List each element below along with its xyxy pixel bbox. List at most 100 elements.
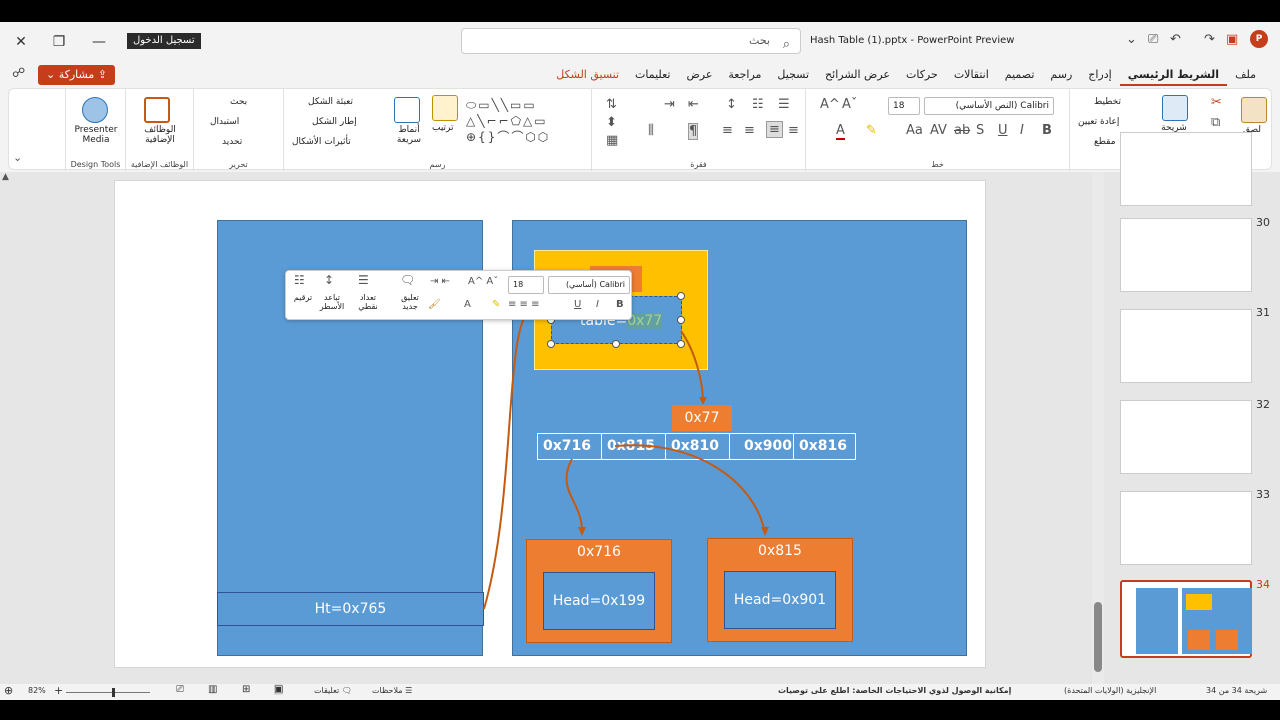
change-case-icon[interactable]: Aa [906, 123, 923, 138]
indent-icon[interactable]: ⇥ ⇤ [430, 276, 450, 287]
reset-button[interactable]: إعادة تعيين [1078, 117, 1119, 127]
numbering-label[interactable]: ترقيم [290, 293, 316, 302]
italic-icon[interactable]: I [596, 299, 599, 310]
sign-in-button[interactable]: تسجيل الدخول [127, 33, 201, 49]
underline-icon[interactable]: U [998, 123, 1008, 138]
font-decrease-icon[interactable]: Aˇ [842, 97, 857, 112]
copy-icon[interactable]: ⧉ [1211, 115, 1220, 130]
align-center-icon[interactable]: ≡ [766, 121, 783, 138]
bullets-icon[interactable]: ☰ [778, 97, 790, 112]
language-status[interactable]: الإنجليزية (الولايات المتحدة) [1064, 686, 1156, 695]
zoom-level[interactable]: 82% [28, 686, 46, 695]
smartart-icon[interactable]: ▦ [606, 133, 618, 148]
font-name-input[interactable]: Calibri (النص الأساسي) [924, 97, 1054, 115]
replace-button[interactable]: استبدال [210, 117, 239, 127]
mini-size-input[interactable]: 18 [508, 276, 544, 294]
comment-label[interactable]: تعليق جديد [396, 293, 424, 311]
hash-cell[interactable]: 0x900 [730, 434, 794, 459]
decrease-indent-icon[interactable]: ⇤ [688, 97, 699, 112]
tab-insert[interactable]: إدراج [1080, 66, 1119, 86]
numbering-icon[interactable]: ☷ [294, 273, 305, 287]
bucket-node[interactable]: 0x815 Head=0x901 [707, 538, 853, 642]
address-label[interactable]: 0x77 [672, 405, 732, 431]
slide-thumbnail[interactable] [1120, 218, 1252, 292]
find-button[interactable]: بحث [230, 97, 247, 107]
tab-draw[interactable]: رسم [1042, 66, 1080, 86]
presenter-media-label[interactable]: Presenter Media [70, 125, 122, 145]
notes-button[interactable]: ملاحظات ☰ [372, 686, 412, 695]
slide-thumbnail[interactable] [1120, 309, 1252, 383]
underline-icon[interactable]: U [574, 299, 581, 310]
reading-view-icon[interactable]: ▥ [208, 684, 217, 695]
mini-font-input[interactable]: Calibri (أساسي) [548, 276, 630, 294]
tab-file[interactable]: ملف [1227, 66, 1264, 86]
restore-icon[interactable]: ❐ [44, 30, 74, 54]
format-painter-icon[interactable]: 🖌 [428, 299, 441, 310]
highlight-icon[interactable]: ✎ [866, 123, 877, 138]
tab-slideshow[interactable]: عرض الشرائح [817, 66, 898, 86]
spacing-label[interactable]: تباعد الأسطر [318, 293, 346, 311]
zoom-slider[interactable] [66, 692, 150, 693]
collapse-ribbon-icon[interactable]: ⌄ [13, 151, 22, 164]
bucket-node[interactable]: 0x716 Head=0x199 [526, 539, 672, 643]
layout-button[interactable]: تخطيط [1094, 97, 1121, 107]
justify-icon[interactable]: ≡ [788, 123, 799, 138]
increase-indent-icon[interactable]: ⇥ [664, 97, 675, 112]
shape-effects-button[interactable]: تأثيرات الأشكال [292, 137, 351, 147]
search-input[interactable]: بحث ⌕ [461, 28, 801, 54]
cut-icon[interactable]: ✂ [1211, 95, 1222, 110]
slideshow-view-icon[interactable]: ⎚ [176, 684, 184, 695]
tab-record[interactable]: تسجيل [769, 66, 817, 86]
undo-icon[interactable]: ↶ [1170, 32, 1181, 47]
slide-thumbnail[interactable] [1120, 132, 1252, 206]
resize-handle[interactable] [612, 340, 620, 348]
scroll-thumb[interactable] [1094, 602, 1102, 672]
shapes-gallery[interactable]: ⬭▭╲╲▭▭ △╲⌐⌐⬠△▭ ⊕{}⌒⌒⬡⬡ [466, 97, 576, 149]
hash-cell[interactable]: 0x810 [666, 434, 730, 459]
resize-handle[interactable] [677, 340, 685, 348]
slide[interactable]: Ht=0x765 table=0x77 0x77 0x716 0x815 0x8… [114, 180, 986, 668]
addins-icon[interactable] [144, 97, 170, 123]
tab-review[interactable]: مراجعة [720, 66, 769, 86]
shape-outline-button[interactable]: إطار الشكل [312, 117, 357, 127]
text-direction-icon[interactable]: ⇅ [606, 97, 617, 112]
hash-cell[interactable]: 0x716 [538, 434, 602, 459]
line-spacing-icon[interactable]: ↕ [726, 97, 737, 112]
resize-handle[interactable] [677, 292, 685, 300]
resize-handle[interactable] [677, 316, 685, 324]
zoom-slider-thumb[interactable] [112, 688, 115, 697]
hash-cell[interactable]: 0x815 [602, 434, 666, 459]
comments-button[interactable]: تعليقات 🗨 [314, 686, 352, 695]
bold-icon[interactable]: B [1042, 123, 1052, 138]
align-right-icon[interactable]: ≡ [744, 123, 755, 138]
slide-scrollbar[interactable] [1092, 172, 1104, 684]
resize-handle[interactable] [547, 340, 555, 348]
section-button[interactable]: مقطع [1094, 137, 1116, 147]
hash-array[interactable]: 0x716 0x815 0x810 0x900 0x816 [537, 433, 856, 460]
tab-help[interactable]: تعليمات [627, 66, 678, 86]
columns-icon[interactable]: ⫼ [648, 123, 654, 138]
coauthor-icon[interactable]: ☍ [12, 66, 25, 81]
shape-fill-button[interactable]: تعبئة الشكل [308, 97, 353, 107]
normal-view-icon[interactable]: ▣ [274, 684, 284, 695]
align-left-icon[interactable]: ≡ [722, 123, 733, 138]
align-text-icon[interactable]: ⬍ [606, 115, 617, 130]
quick-styles-icon[interactable] [394, 97, 420, 123]
bold-icon[interactable]: B [616, 299, 624, 310]
shadow-icon[interactable]: S [976, 123, 984, 138]
highlight-icon[interactable]: ✎ [492, 299, 500, 310]
slide-thumbnail-current[interactable] [1120, 580, 1252, 658]
sorter-view-icon[interactable]: ⊞ [242, 684, 250, 695]
tab-animations[interactable]: حركات [898, 66, 946, 86]
ht-box[interactable]: Ht=0x765 [217, 592, 484, 626]
strikethrough-icon[interactable]: ab [954, 123, 970, 138]
line-spacing-icon[interactable]: ↕ [324, 273, 334, 287]
italic-icon[interactable]: I [1020, 123, 1024, 138]
arrange-icon[interactable] [432, 95, 458, 121]
save-icon[interactable]: ▣ [1226, 32, 1238, 47]
slide-thumbnail[interactable] [1120, 491, 1252, 565]
close-icon[interactable]: ✕ [6, 30, 36, 54]
tab-transitions[interactable]: انتقالات [946, 66, 997, 86]
spacing-icon[interactable]: AV [930, 123, 947, 138]
minimize-icon[interactable]: — [84, 30, 114, 54]
